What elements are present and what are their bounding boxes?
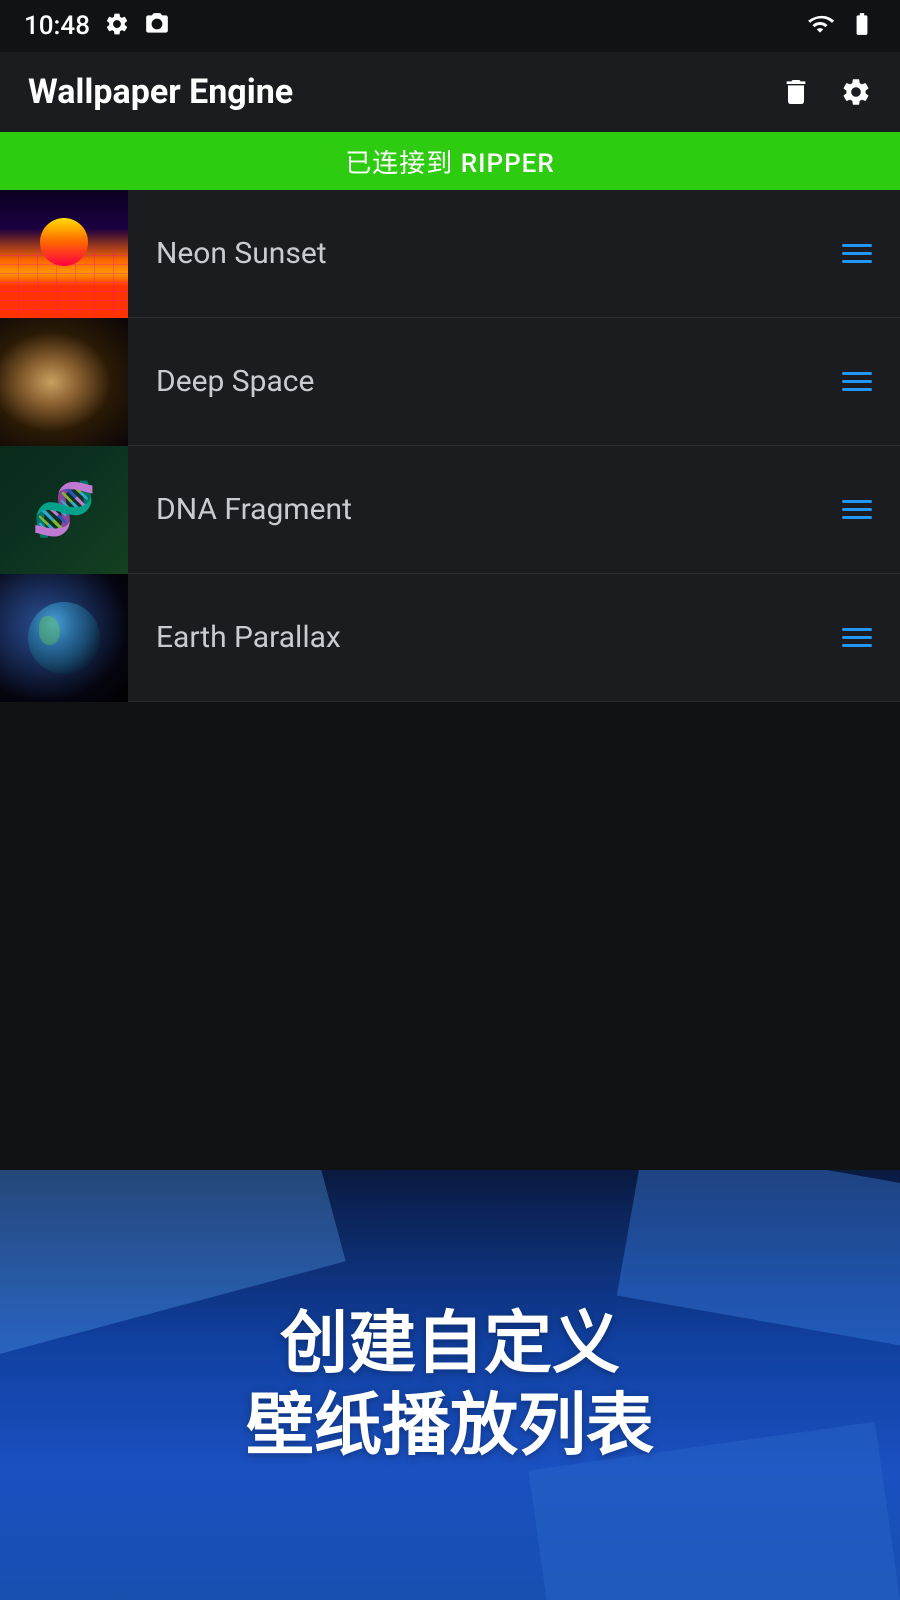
wallpaper-name-neon-sunset: Neon Sunset bbox=[128, 236, 842, 271]
promo-background: 创建自定义 壁纸播放列表 bbox=[0, 1170, 900, 1600]
menu-icon-dna-fragment[interactable] bbox=[842, 500, 872, 519]
app-bar: Wallpaper Engine bbox=[0, 52, 900, 132]
app-bar-actions bbox=[780, 76, 872, 108]
menu-icon-earth-parallax[interactable] bbox=[842, 628, 872, 647]
list-item[interactable]: 🧬 DNA Fragment bbox=[0, 446, 900, 574]
menu-icon-neon-sunset[interactable] bbox=[842, 244, 872, 263]
status-right bbox=[806, 11, 876, 41]
settings-button[interactable] bbox=[840, 76, 872, 108]
promo-shape-2 bbox=[617, 1170, 900, 1348]
dna-helix-icon: 🧬 bbox=[32, 479, 97, 540]
battery-icon bbox=[848, 11, 876, 41]
screenshot-status-icon bbox=[144, 11, 170, 41]
promo-text: 创建自定义 壁纸播放列表 bbox=[246, 1303, 654, 1466]
settings-status-icon bbox=[104, 11, 130, 41]
delete-button[interactable] bbox=[780, 76, 812, 108]
earth-globe-icon bbox=[28, 602, 100, 674]
app-title: Wallpaper Engine bbox=[28, 72, 293, 112]
connection-banner: 已连接到 RIPPER bbox=[0, 132, 900, 190]
promo-line2: 壁纸播放列表 bbox=[246, 1385, 654, 1467]
status-left: 10:48 bbox=[24, 11, 170, 41]
promo-section: 创建自定义 壁纸播放列表 bbox=[0, 1170, 900, 1600]
wallpaper-thumb-neon bbox=[0, 190, 128, 318]
list-item[interactable]: Earth Parallax bbox=[0, 574, 900, 702]
status-time: 10:48 bbox=[24, 11, 90, 41]
wallpaper-thumb-space bbox=[0, 318, 128, 446]
wallpaper-thumb-dna: 🧬 bbox=[0, 446, 128, 574]
connection-text: 已连接到 RIPPER bbox=[345, 143, 554, 180]
list-item[interactable]: Neon Sunset bbox=[0, 190, 900, 318]
wallpaper-list: Neon Sunset Deep Space 🧬 DNA Fragment bbox=[0, 190, 900, 702]
wallpaper-thumb-earth bbox=[0, 574, 128, 702]
wifi-icon bbox=[806, 11, 834, 41]
wallpaper-name-dna-fragment: DNA Fragment bbox=[128, 492, 842, 527]
wallpaper-name-earth-parallax: Earth Parallax bbox=[128, 620, 842, 655]
promo-line1: 创建自定义 bbox=[246, 1303, 654, 1385]
list-item[interactable]: Deep Space bbox=[0, 318, 900, 446]
menu-icon-deep-space[interactable] bbox=[842, 372, 872, 391]
status-bar: 10:48 bbox=[0, 0, 900, 52]
wallpaper-name-deep-space: Deep Space bbox=[128, 364, 842, 399]
dark-area bbox=[0, 702, 900, 1092]
